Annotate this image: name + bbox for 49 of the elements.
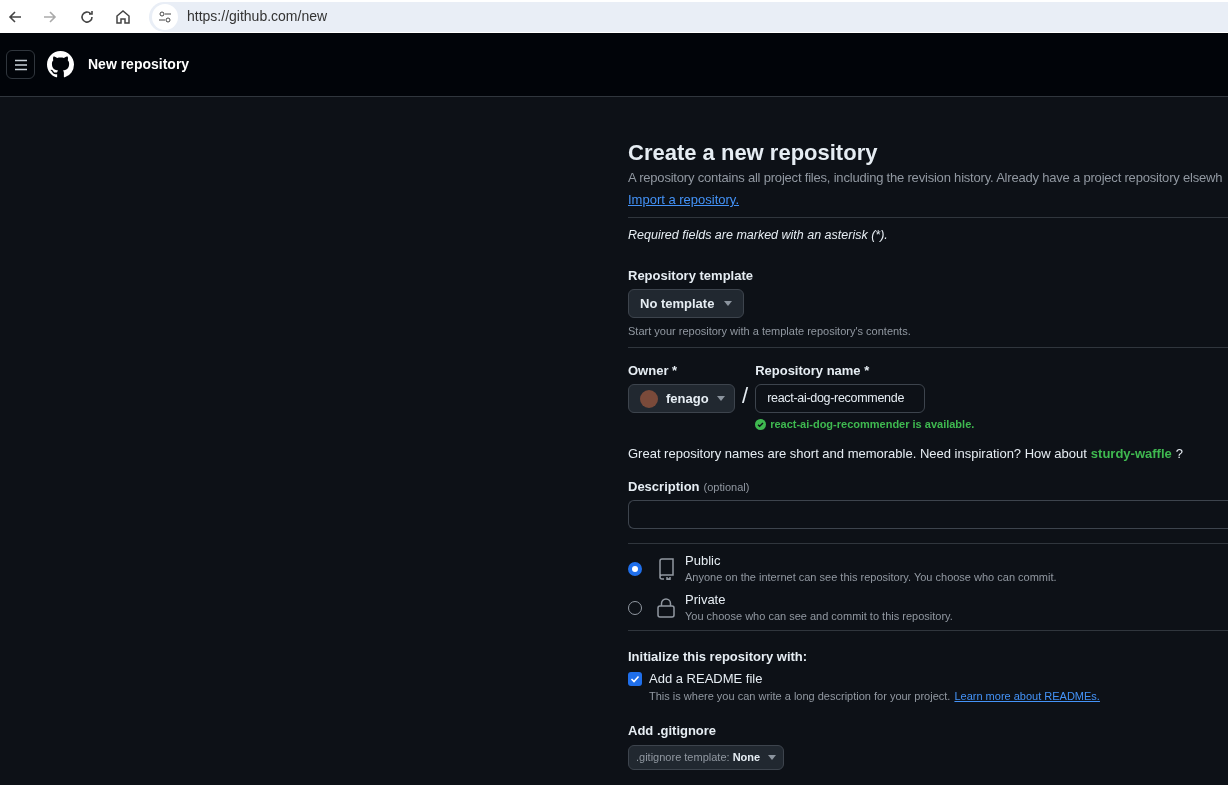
- cat-logo-icon[interactable]: [47, 51, 74, 78]
- import-link[interactable]: Import a repository.: [628, 192, 740, 207]
- form-title: Create a new repository: [628, 139, 879, 167]
- address-bar[interactable]: https://github.com/new: [149, 1, 1228, 32]
- optional-label: (optional): [703, 480, 750, 495]
- field-label: Repository template: [628, 267, 754, 285]
- visibility-option-label: Public: [685, 552, 722, 570]
- visibility-option-hint: Anyone on the internet can see this repository. You choose who can commit.: [685, 570, 1057, 585]
- gitignore-dropdown[interactable]: .gitignore template: None: [628, 745, 785, 770]
- reload-icon[interactable]: [79, 8, 95, 25]
- availability-message: react-ai-dog-recommender is available.: [770, 417, 975, 431]
- intro-text: A repository contains all project files, including the revision history. Already have a project repository elsewh: [628, 169, 1224, 187]
- field-label: Repository name *: [755, 362, 871, 380]
- required-note: Required fields are marked with an asterisk (*).: [628, 227, 889, 244]
- template-dropdown[interactable]: No template: [628, 289, 745, 318]
- site-settings-icon[interactable]: [152, 3, 178, 30]
- url-text: https://github.com/new: [187, 7, 328, 26]
- readme-hint: This is where you can write a long description for your project.: [649, 689, 951, 704]
- avatar-icon: [640, 389, 658, 408]
- lock-icon: [657, 597, 675, 618]
- caret-icon: [716, 396, 725, 401]
- visibility-option-hint: You choose who can see and commit to this repository.: [685, 609, 953, 624]
- learn-more-link[interactable]: Learn more about READMEs.: [954, 689, 1100, 704]
- suggested-name-link[interactable]: sturdy-waffle: [1090, 445, 1172, 463]
- menu-button[interactable]: [6, 50, 35, 79]
- field-label: Owner *: [628, 362, 679, 380]
- suggestion-text: Great repository names are short and memorable. Need inspiration? How about: [628, 445, 1087, 463]
- check-icon: [630, 674, 640, 684]
- radio-button[interactable]: [628, 561, 642, 576]
- section-heading: Add .gitignore: [628, 722, 718, 740]
- checkbox[interactable]: [628, 672, 642, 686]
- suggestion-question-mark: ?: [1175, 445, 1183, 463]
- field-label: Description: [628, 478, 700, 496]
- repository-book-icon: [657, 557, 675, 580]
- caret-icon: [724, 301, 733, 306]
- caret-icon: [768, 755, 777, 760]
- menu-icon: [13, 58, 28, 71]
- check-circle-icon: [755, 418, 767, 430]
- visibility-option-label: Private: [685, 591, 727, 609]
- owner-dropdown[interactable]: fenago: [628, 384, 735, 413]
- back-arrow-icon[interactable]: [7, 8, 23, 25]
- description-field[interactable]: [628, 500, 1228, 529]
- section-heading: Initialize this repository with:: [628, 648, 809, 666]
- page-title: New repository: [88, 55, 190, 74]
- readme-checkbox-label: Add a README file: [649, 670, 763, 688]
- repository-name-field[interactable]: react-ai-dog-recommende: [755, 384, 926, 413]
- slash-separator: /: [742, 382, 749, 410]
- template-hint: Start your repository with a template repository's contents.: [628, 324, 912, 339]
- home-icon[interactable]: [115, 8, 131, 25]
